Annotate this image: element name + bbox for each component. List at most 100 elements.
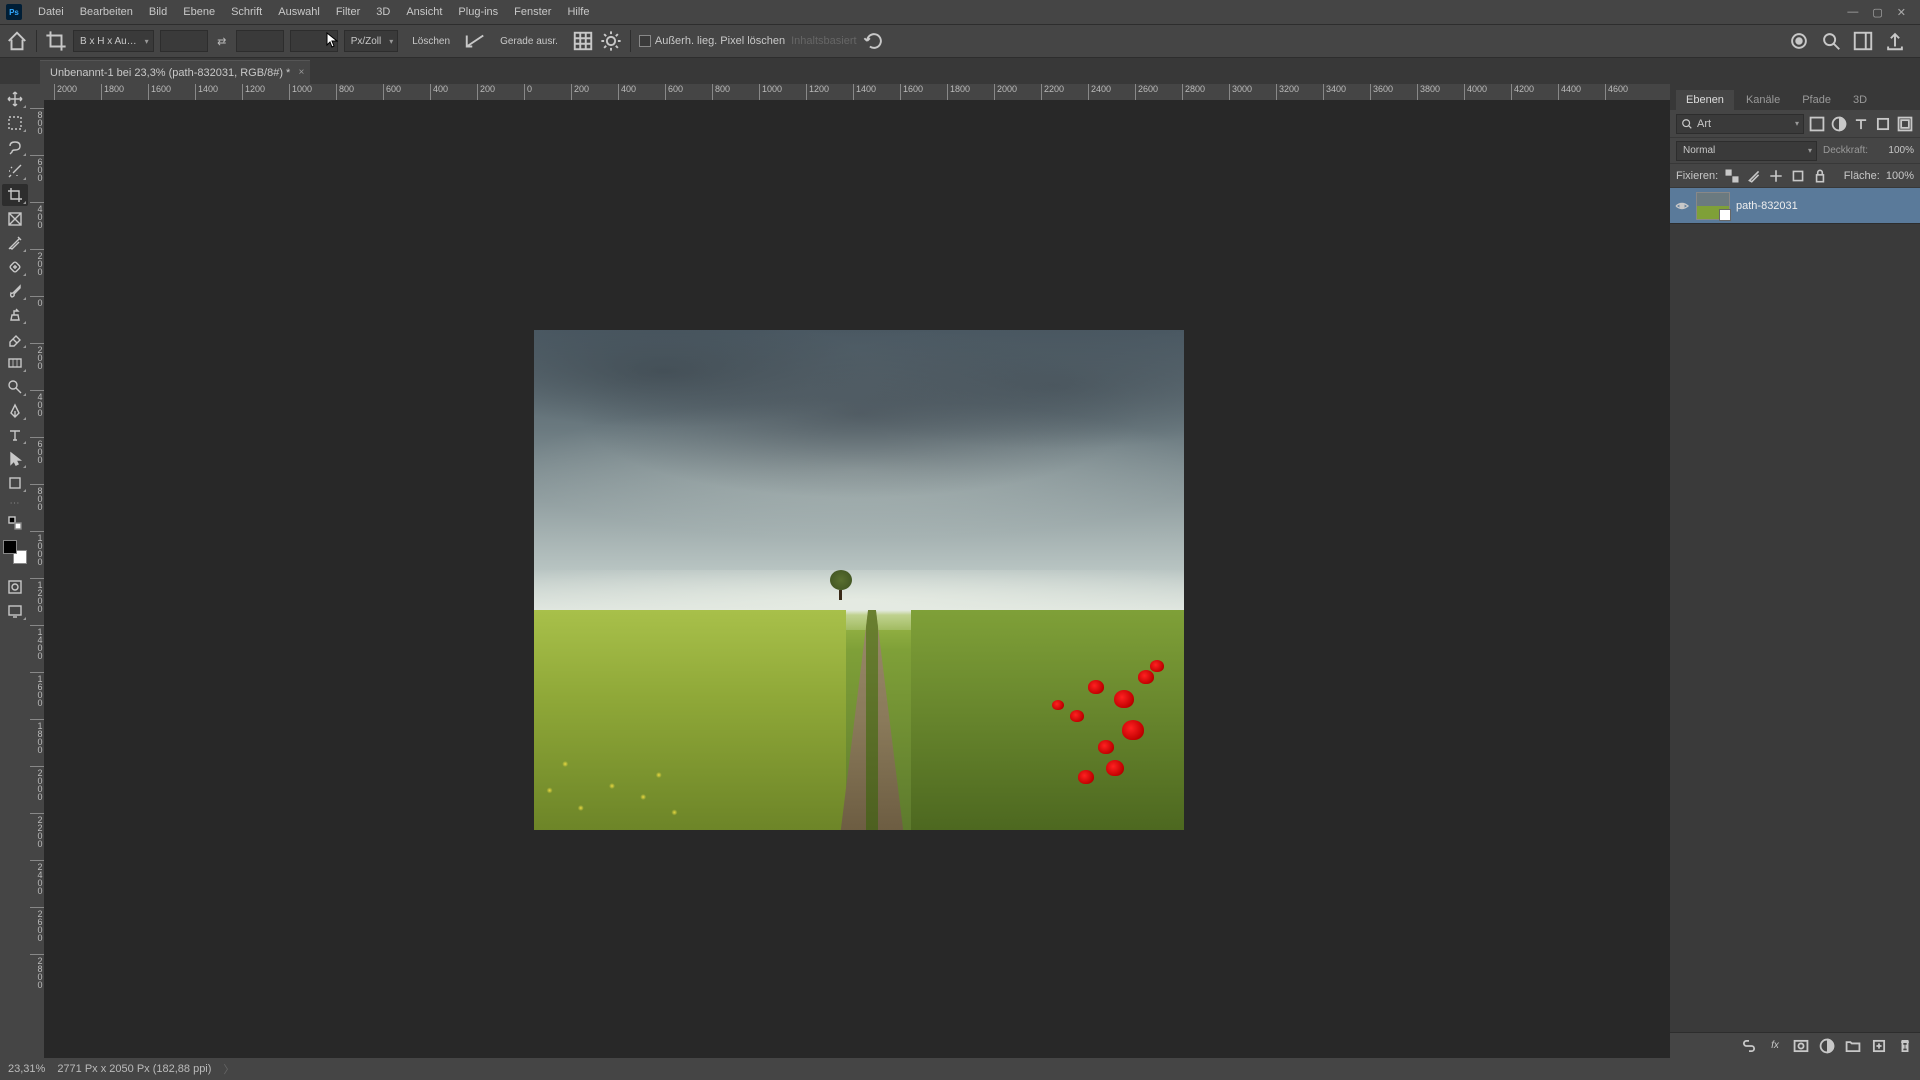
zoom-level[interactable]: 23,31% <box>8 1063 45 1075</box>
search-icon[interactable] <box>1820 30 1842 52</box>
group-layers-icon[interactable] <box>1844 1037 1862 1055</box>
tab-3d[interactable]: 3D <box>1843 90 1877 110</box>
swap-dimensions-icon[interactable]: ⇄ <box>214 33 230 49</box>
crop-tool-icon[interactable] <box>45 30 67 52</box>
move-tool[interactable] <box>2 88 28 110</box>
healing-brush-tool[interactable] <box>2 256 28 278</box>
straighten-button[interactable]: Gerade ausr. <box>492 30 566 52</box>
crop-height-input[interactable] <box>236 30 284 52</box>
link-layers-icon[interactable] <box>1740 1037 1758 1055</box>
home-button[interactable] <box>6 30 28 52</box>
view-icon[interactable] <box>1788 30 1810 52</box>
menu-auswahl[interactable]: Auswahl <box>270 2 328 22</box>
layer-filter-dropdown[interactable]: Art <box>1676 114 1804 134</box>
ratio-preset-dropdown[interactable]: B x H x Au… <box>73 30 154 52</box>
foreground-background-colors[interactable] <box>3 540 27 564</box>
menu-filter[interactable]: Filter <box>328 2 368 22</box>
quick-mask-icon[interactable] <box>2 576 28 598</box>
more-tools-icon[interactable]: ⋯ <box>10 496 21 510</box>
menu-bild[interactable]: Bild <box>141 2 175 22</box>
canvas-viewport[interactable] <box>44 100 1670 1058</box>
menu-fenster[interactable]: Fenster <box>506 2 559 22</box>
menu-datei[interactable]: Datei <box>30 2 72 22</box>
eyedropper-tool[interactable] <box>2 232 28 254</box>
filter-smart-icon[interactable] <box>1896 115 1914 133</box>
share-icon[interactable] <box>1884 30 1906 52</box>
overlay-grid-icon[interactable] <box>572 30 594 52</box>
vertical-ruler[interactable]: 8006004002000200400600800100012001400160… <box>30 100 44 1058</box>
delete-cropped-checkbox-row[interactable]: Außerh. lieg. Pixel löschen <box>639 35 785 47</box>
crop-settings-icon[interactable] <box>600 30 622 52</box>
type-tool[interactable] <box>2 424 28 446</box>
menu-schrift[interactable]: Schrift <box>223 2 270 22</box>
pen-tool[interactable] <box>2 400 28 422</box>
tab-ebenen[interactable]: Ebenen <box>1676 90 1734 110</box>
layer-thumbnail[interactable] <box>1696 192 1730 220</box>
lasso-tool[interactable] <box>2 136 28 158</box>
layer-item[interactable]: path-832031 <box>1670 188 1920 224</box>
magic-wand-tool[interactable] <box>2 160 28 182</box>
gradient-tool[interactable] <box>2 352 28 374</box>
delete-layer-icon[interactable] <box>1896 1037 1914 1055</box>
filter-shape-icon[interactable] <box>1874 115 1892 133</box>
lock-artboard-icon[interactable] <box>1790 168 1806 184</box>
default-colors-icon[interactable] <box>2 512 28 534</box>
menu-bearbeiten[interactable]: Bearbeiten <box>72 2 141 22</box>
menu-ansicht[interactable]: Ansicht <box>398 2 450 22</box>
horizontal-ruler[interactable]: 2000180016001400120010008006004002000200… <box>44 84 1670 100</box>
brush-tool[interactable] <box>2 280 28 302</box>
blend-mode-dropdown[interactable]: Normal <box>1676 141 1817 161</box>
path-selection-tool[interactable] <box>2 448 28 470</box>
marquee-tool[interactable] <box>2 112 28 134</box>
lock-image-icon[interactable] <box>1746 168 1762 184</box>
frame-tool[interactable] <box>2 208 28 230</box>
resolution-unit-dropdown[interactable]: Px/Zoll <box>344 30 399 52</box>
tab-pfade[interactable]: Pfade <box>1792 90 1841 110</box>
menu-ebene[interactable]: Ebene <box>175 2 223 22</box>
status-expand-icon[interactable]: 〉 <box>223 1061 234 1077</box>
straighten-icon[interactable] <box>464 30 486 52</box>
document-tab[interactable]: Unbenannt-1 bei 23,3% (path-832031, RGB/… <box>40 60 310 84</box>
canvas-image[interactable] <box>534 330 1184 830</box>
foreground-color-swatch[interactable] <box>3 540 17 554</box>
lock-all-icon[interactable] <box>1812 168 1828 184</box>
layer-mask-icon[interactable] <box>1792 1037 1810 1055</box>
menu-hilfe[interactable]: Hilfe <box>559 2 597 22</box>
menu-3d[interactable]: 3D <box>368 2 398 22</box>
crop-tool[interactable] <box>2 184 28 206</box>
opacity-value[interactable]: 100% <box>1874 145 1914 156</box>
lock-transparency-icon[interactable] <box>1724 168 1740 184</box>
filter-type-icon[interactable] <box>1852 115 1870 133</box>
ruler-tick: 1400 <box>195 84 218 100</box>
eraser-tool[interactable] <box>2 328 28 350</box>
checkbox-icon[interactable] <box>639 35 651 47</box>
tab-kanaele[interactable]: Kanäle <box>1736 90 1790 110</box>
adjustment-layer-icon[interactable] <box>1818 1037 1836 1055</box>
lock-position-icon[interactable] <box>1768 168 1784 184</box>
reset-icon[interactable] <box>863 30 885 52</box>
minimize-icon[interactable]: — <box>1847 6 1858 19</box>
close-icon[interactable]: ✕ <box>1897 6 1906 19</box>
maximize-icon[interactable]: ▢ <box>1872 6 1882 19</box>
layer-visibility-icon[interactable] <box>1674 198 1690 214</box>
shape-tool[interactable] <box>2 472 28 494</box>
tab-close-icon[interactable]: × <box>298 67 304 78</box>
clone-stamp-tool[interactable] <box>2 304 28 326</box>
ruler-origin[interactable] <box>30 84 44 100</box>
filter-adjustment-icon[interactable] <box>1830 115 1848 133</box>
layers-list[interactable]: path-832031 <box>1670 188 1920 1032</box>
screen-mode-icon[interactable] <box>2 600 28 622</box>
layer-fx-icon[interactable]: fx <box>1766 1037 1784 1055</box>
clear-button[interactable]: Löschen <box>404 30 458 52</box>
menu-plugins[interactable]: Plug-ins <box>450 2 506 22</box>
menu-bar: Ps Datei Bearbeiten Bild Ebene Schrift A… <box>0 0 1920 24</box>
filter-pixel-icon[interactable] <box>1808 115 1826 133</box>
new-layer-icon[interactable] <box>1870 1037 1888 1055</box>
crop-resolution-input[interactable] <box>290 30 338 52</box>
layer-name-label[interactable]: path-832031 <box>1736 200 1798 212</box>
fill-value[interactable]: 100% <box>1886 170 1914 182</box>
workspace-icon[interactable] <box>1852 30 1874 52</box>
dodge-tool[interactable] <box>2 376 28 398</box>
doc-info[interactable]: 2771 Px x 2050 Px (182,88 ppi) <box>57 1063 211 1075</box>
crop-width-input[interactable] <box>160 30 208 52</box>
